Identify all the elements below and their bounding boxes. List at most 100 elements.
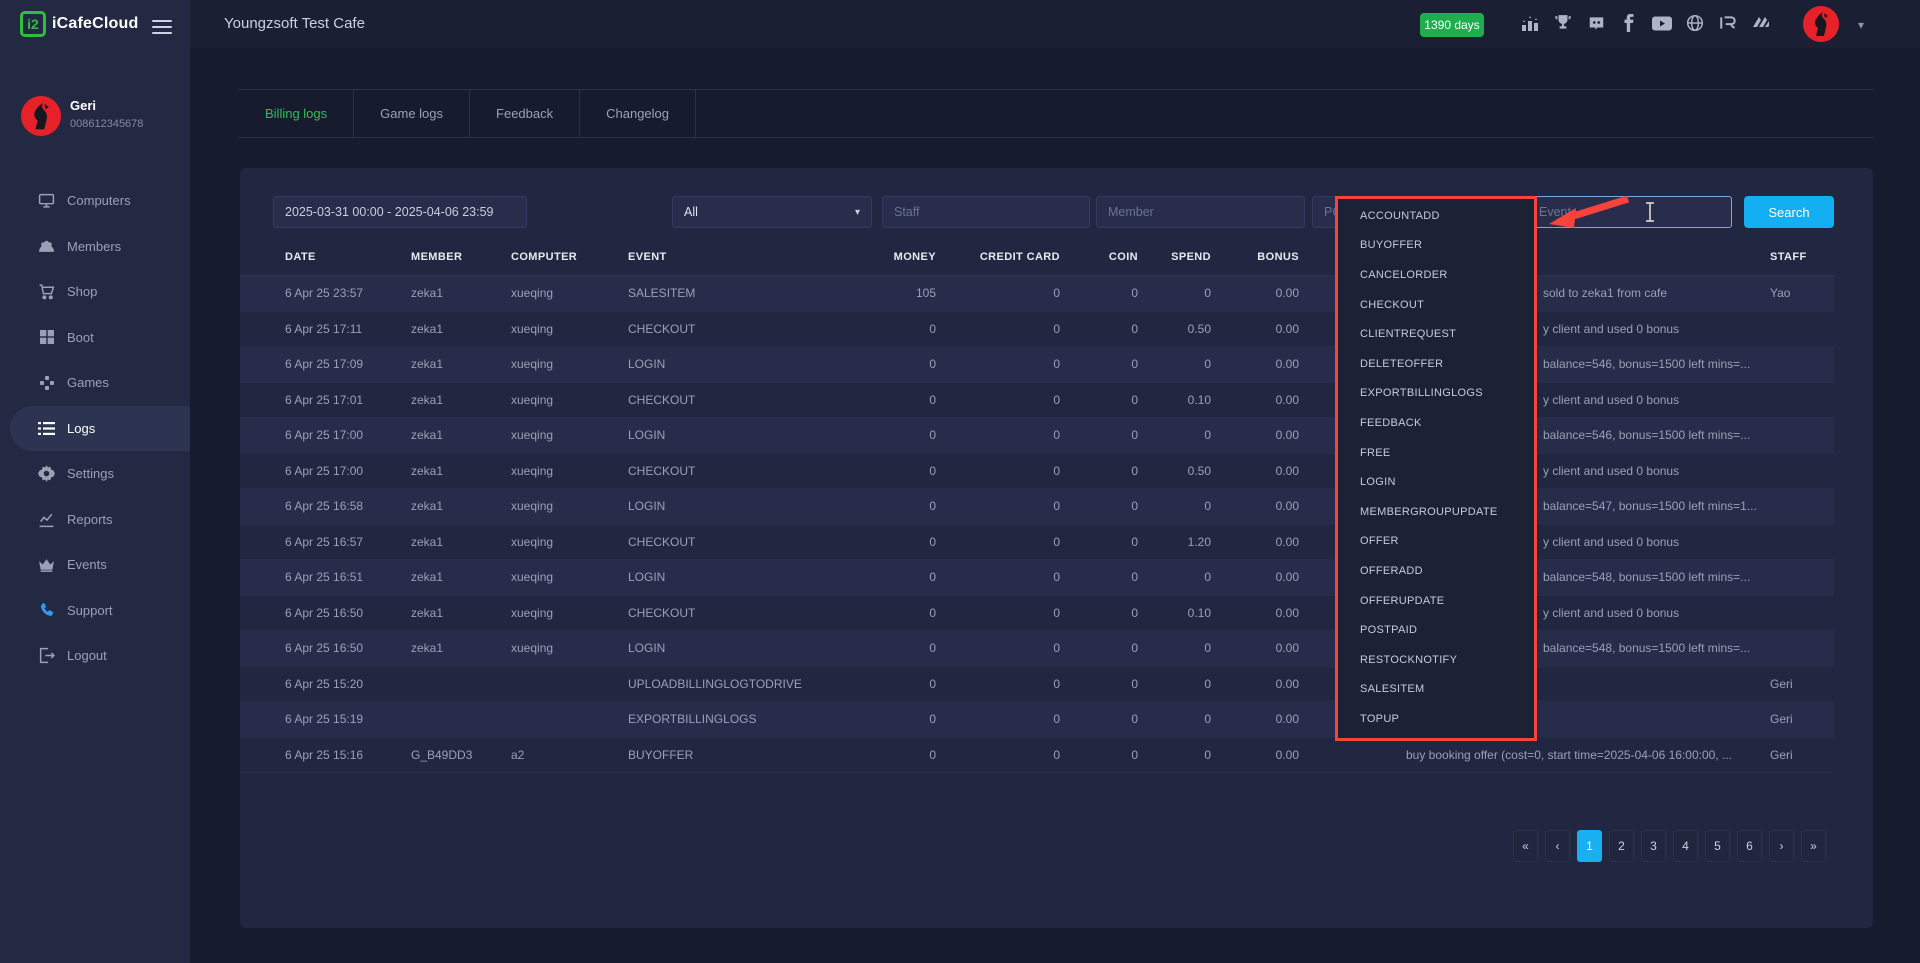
page-button[interactable]: ‹ (1545, 830, 1570, 862)
table-row[interactable]: 6 Apr 25 16:51 zeka1 xueqing LOGIN 0 0 0… (240, 560, 1834, 596)
hamburger-menu-icon[interactable] (152, 16, 172, 38)
trophy-icon[interactable] (1553, 12, 1573, 34)
table-row[interactable]: 6 Apr 25 15:20 UPLOADBILLINGLOGTODRIVE 0… (240, 667, 1834, 703)
page-button[interactable]: 3 (1641, 830, 1666, 862)
layers-icon[interactable] (1751, 12, 1771, 34)
event-type-option[interactable]: LOGIN (1338, 467, 1534, 497)
sidebar-item[interactable]: Reports (0, 497, 190, 543)
event-type-option[interactable]: DELETEOFFER (1338, 349, 1534, 379)
page-button[interactable]: 6 (1737, 830, 1762, 862)
page-button[interactable]: 4 (1673, 830, 1698, 862)
page-button[interactable]: 5 (1705, 830, 1730, 862)
sidebar-item-label: Events (67, 557, 107, 572)
date-range-input[interactable]: 2025-03-31 00:00 - 2025-04-06 23:59 (273, 196, 527, 228)
page-button[interactable]: 2 (1609, 830, 1634, 862)
table-row[interactable]: 6 Apr 25 16:50 zeka1 xueqing CHECKOUT 0 … (240, 596, 1834, 632)
event-type-option[interactable]: OFFERUPDATE (1338, 586, 1534, 616)
sidebar-item-label: Boot (67, 330, 94, 345)
user-block: Geri 008612345678 (0, 84, 190, 146)
event-type-option[interactable]: CLIENTREQUEST (1338, 319, 1534, 349)
event-type-option[interactable]: CHECKOUT (1338, 290, 1534, 320)
table-row[interactable]: 6 Apr 25 16:57 zeka1 xueqing CHECKOUT 0 … (240, 525, 1834, 561)
event-type-option[interactable]: OFFERADD (1338, 556, 1534, 586)
page-button[interactable]: 1 (1577, 830, 1602, 862)
tab[interactable]: Changelog (580, 90, 696, 137)
users-icon (38, 238, 55, 255)
sidebar-item[interactable]: Members (0, 224, 190, 270)
table-row[interactable]: 6 Apr 25 17:09 zeka1 xueqing LOGIN 0 0 0… (240, 347, 1834, 383)
table-row[interactable]: 6 Apr 25 16:50 zeka1 xueqing LOGIN 0 0 0… (240, 631, 1834, 667)
search-button[interactable]: Search (1744, 196, 1834, 228)
sidebar: Geri 008612345678 Computers Members Shop… (0, 48, 190, 963)
event-type-option[interactable]: CANCELORDER (1338, 260, 1534, 290)
page-button[interactable]: » (1801, 830, 1826, 862)
chevron-down-icon: ▾ (855, 207, 860, 218)
event-type-option[interactable]: ACCOUNTADD (1338, 201, 1534, 231)
sidebar-item-label: Logs (67, 421, 95, 436)
event-type-option[interactable]: SALESITEM (1338, 675, 1534, 705)
sidebar-item[interactable]: Logs (10, 406, 190, 452)
table-row[interactable]: 6 Apr 25 17:01 zeka1 xueqing CHECKOUT 0 … (240, 383, 1834, 419)
event-type-option[interactable]: BUYOFFER (1338, 231, 1534, 261)
chevron-down-icon[interactable]: ▾ (1858, 18, 1864, 32)
user-avatar[interactable] (21, 96, 61, 136)
table-row[interactable]: 6 Apr 25 17:11 zeka1 xueqing CHECKOUT 0 … (240, 312, 1834, 348)
sidebar-item[interactable]: Support (0, 588, 190, 634)
phone-icon (38, 602, 55, 619)
sidebar-item[interactable]: Logout (0, 633, 190, 679)
event-type-option[interactable]: TOPUP (1338, 704, 1534, 734)
pagination: «‹123456›» (1513, 830, 1826, 862)
page-button[interactable]: › (1769, 830, 1794, 862)
event-type-option[interactable]: RESTOCKNOTIFY (1338, 645, 1534, 675)
event-type-option[interactable]: MEMBERGROUPUPDATE (1338, 497, 1534, 527)
sidebar-item[interactable]: Computers (0, 178, 190, 224)
discord-icon[interactable] (1586, 12, 1606, 34)
table-row[interactable]: 6 Apr 25 16:58 zeka1 xueqing LOGIN 0 0 0… (240, 489, 1834, 525)
sidebar-item-label: Support (67, 603, 113, 618)
icafecloud-icon[interactable] (1718, 12, 1738, 34)
sidebar-item[interactable]: Shop (0, 269, 190, 315)
tab[interactable]: Billing logs (239, 90, 354, 137)
tab[interactable]: Game logs (354, 90, 470, 137)
event-type-option[interactable]: POSTPAID (1338, 615, 1534, 645)
sidebar-item-label: Reports (67, 512, 113, 527)
table-row[interactable]: 6 Apr 25 17:00 zeka1 xueqing CHECKOUT 0 … (240, 454, 1834, 490)
event-type-option[interactable]: FREE (1338, 438, 1534, 468)
gear-icon (38, 465, 55, 482)
topbar: i2 iCafeCloud Youngzsoft Test Cafe 1390 … (0, 0, 1920, 48)
facebook-icon[interactable] (1619, 12, 1639, 34)
crown-icon (38, 556, 55, 573)
table-row[interactable]: 6 Apr 25 17:00 zeka1 xueqing LOGIN 0 0 0… (240, 418, 1834, 454)
avatar[interactable] (1803, 6, 1839, 42)
globe-icon[interactable] (1685, 12, 1705, 34)
sidebar-item[interactable]: Boot (0, 315, 190, 361)
tab[interactable]: Feedback (470, 90, 580, 137)
sidebar-item[interactable]: Events (0, 542, 190, 588)
sidebar-item[interactable]: Settings (0, 451, 190, 497)
table-row[interactable]: 6 Apr 25 15:19 EXPORTBILLINGLOGS 0 0 0 0… (240, 702, 1834, 738)
topbar-icons (1520, 12, 1771, 34)
sidebar-item[interactable]: Games (0, 360, 190, 406)
table-header: DATE MEMBER COMPUTER EVENT MONEY CREDIT … (240, 238, 1834, 276)
windows-icon (38, 329, 55, 346)
page-button[interactable]: « (1513, 830, 1538, 862)
event-input[interactable]: Event (1527, 196, 1732, 228)
event-type-option[interactable]: OFFER (1338, 527, 1534, 557)
event-type-option[interactable]: EXPORTBILLINGLOGS (1338, 379, 1534, 409)
event-type-option[interactable]: FEEDBACK (1338, 408, 1534, 438)
icafecloud-logo-icon: i2 (20, 11, 46, 37)
youtube-icon[interactable] (1652, 12, 1672, 34)
staff-input[interactable]: Staff (882, 196, 1090, 228)
days-remaining-badge[interactable]: 1390 days (1420, 13, 1484, 37)
table-row[interactable]: 6 Apr 25 23:57 zeka1 xueqing SALESITEM 1… (240, 276, 1834, 312)
log-tabs: Billing logsGame logsFeedbackChangelog (239, 89, 1873, 138)
sidebar-item-label: Logout (67, 648, 107, 663)
member-input[interactable]: Member (1096, 196, 1305, 228)
table-body: 6 Apr 25 23:57 zeka1 xueqing SALESITEM 1… (240, 276, 1834, 773)
list-icon (38, 420, 55, 437)
ranking-icon[interactable] (1520, 12, 1540, 34)
table-row[interactable]: 6 Apr 25 15:16 G_B49DD3 a2 BUYOFFER 0 0 … (240, 738, 1834, 774)
gamepad-icon (38, 374, 55, 391)
cart-icon (38, 283, 55, 300)
type-select[interactable]: All ▾ (672, 196, 872, 228)
